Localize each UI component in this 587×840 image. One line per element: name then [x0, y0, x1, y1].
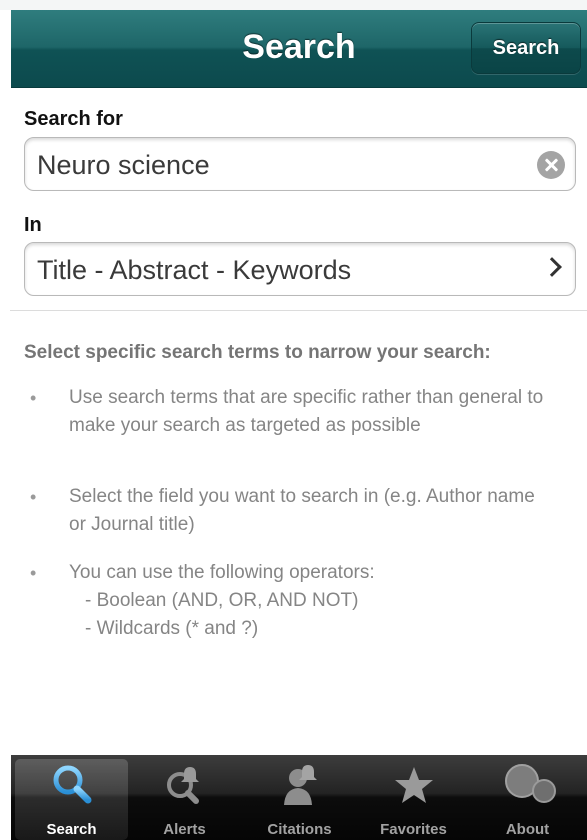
- tips-heading: Select specific search terms to narrow y…: [24, 342, 491, 363]
- tab-bar: Search Alerts Citations Favorites About: [11, 755, 587, 840]
- divider: [10, 310, 587, 311]
- star-icon: [357, 761, 470, 809]
- tab-label: Search: [46, 821, 97, 838]
- tab-citations[interactable]: Citations: [243, 755, 356, 840]
- tab-label: Favorites: [380, 821, 447, 838]
- tab-label: Alerts: [163, 821, 206, 838]
- tab-search[interactable]: Search: [15, 759, 128, 840]
- search-for-label: Search for: [24, 108, 123, 130]
- tab-alerts[interactable]: Alerts: [128, 755, 241, 840]
- tab-about[interactable]: About: [471, 755, 584, 840]
- magnifier-icon: [15, 761, 128, 809]
- tip-text: You can use the following operators:: [69, 562, 375, 583]
- top-edge: [0, 0, 587, 10]
- tip-text: Use search terms that are specific rathe…: [69, 387, 544, 436]
- bullet-icon: •: [30, 388, 37, 408]
- clear-icon[interactable]: [537, 151, 565, 179]
- search-input[interactable]: [37, 138, 517, 192]
- about-circles-icon: [471, 761, 584, 809]
- tab-label: About: [505, 821, 550, 838]
- tab-label: Citations: [267, 821, 332, 838]
- navigation-bar: Search Search: [11, 10, 587, 88]
- tab-favorites[interactable]: Favorites: [357, 755, 470, 840]
- tip-subitem: - Wildcards (* and ?): [85, 618, 259, 639]
- tip-text: Select the field you want to search in (…: [69, 486, 535, 535]
- bullet-icon: •: [30, 487, 37, 507]
- tip-text-block: You can use the following operators: - B…: [69, 559, 549, 643]
- citation-person-icon: [243, 761, 356, 809]
- alert-bell-icon: [128, 761, 241, 809]
- bullet-icon: •: [30, 563, 37, 583]
- search-in-value: Title - Abstract - Keywords: [37, 255, 352, 285]
- search-field[interactable]: [24, 137, 576, 192]
- search-in-selector[interactable]: Title - Abstract - Keywords: [24, 242, 576, 296]
- in-label: In: [24, 214, 42, 236]
- search-submit-button[interactable]: Search: [471, 22, 581, 74]
- chevron-right-icon: [542, 257, 562, 277]
- tip-subitem: - Boolean (AND, OR, AND NOT): [85, 590, 359, 611]
